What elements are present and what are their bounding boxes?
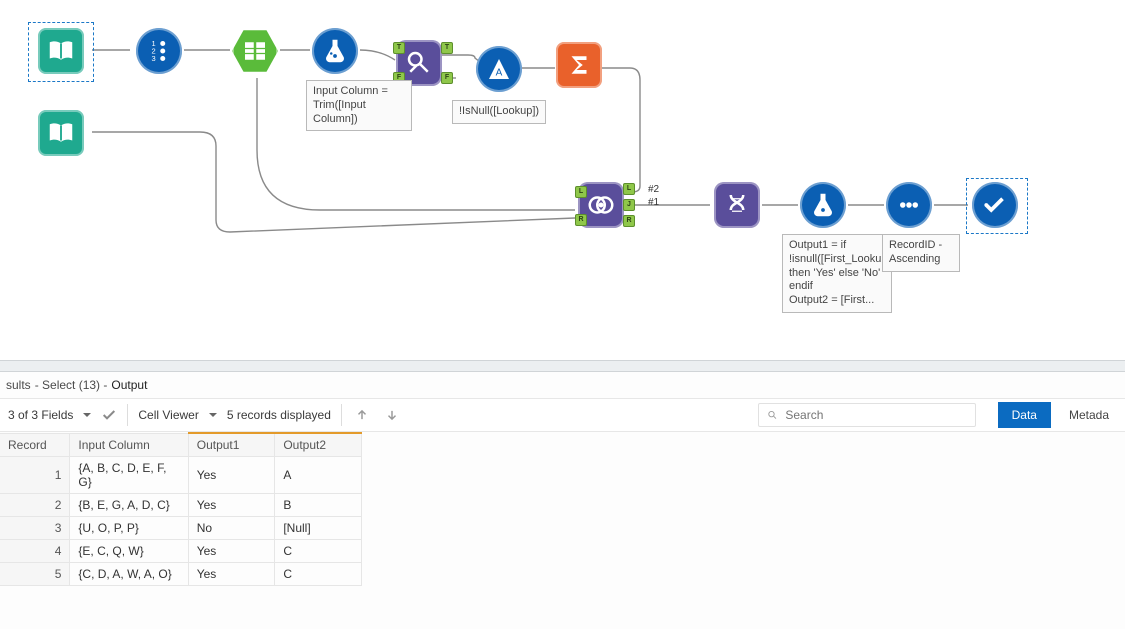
cell-input[interactable]: {E, C, Q, W} (70, 540, 188, 563)
cell-record[interactable]: 3 (0, 517, 70, 540)
table-row[interactable]: 3{U, O, P, P}No[Null] (0, 517, 362, 540)
annotation-formula-2: Output1 = if !isnull([First_Lookup]) the… (782, 234, 892, 313)
cell-input[interactable]: {C, D, A, W, A, O} (70, 563, 188, 586)
table-row[interactable]: 2{B, E, G, A, D, C}YesB (0, 494, 362, 517)
table-split-icon (240, 36, 270, 66)
triangle-A-icon: A (484, 54, 514, 84)
col-input[interactable]: Input Column (70, 433, 188, 457)
tool-input-data-1[interactable] (38, 28, 84, 74)
cell-input[interactable]: {A, B, C, D, E, F, G} (70, 457, 188, 494)
cell-output1[interactable]: Yes (188, 563, 275, 586)
port-join-out-J: J (623, 199, 635, 211)
results-table: Record Input Column Output1 Output2 1{A,… (0, 432, 362, 586)
cell-output1[interactable]: Yes (188, 540, 275, 563)
tool-multi-field[interactable] (714, 182, 760, 228)
port-join-L: L (575, 186, 587, 198)
col-output2[interactable]: Output2 (275, 433, 362, 457)
tool-unknown-blue[interactable]: A (476, 46, 522, 92)
svg-text:3: 3 (152, 54, 156, 63)
check-icon (980, 190, 1010, 220)
tool-input-data-2[interactable] (38, 110, 84, 156)
tool-summarize[interactable] (556, 42, 602, 88)
port-join-R: R (575, 214, 587, 226)
port-join-out-L: L (623, 183, 635, 195)
annotation-formula-1: Input Column = Trim([Input Column]) (306, 80, 412, 131)
cell-input[interactable]: {B, E, G, A, D, C} (70, 494, 188, 517)
results-title-prefix: sults (6, 378, 31, 392)
table-header-row: Record Input Column Output1 Output2 (0, 433, 362, 457)
cell-record[interactable]: 5 (0, 563, 70, 586)
annotation-filter: !IsNull([Lookup]) (452, 100, 546, 124)
toolbar-separator (341, 404, 342, 426)
svg-text:A: A (496, 67, 503, 78)
cell-output1[interactable]: Yes (188, 494, 275, 517)
results-title-bar: sults - Select (13) - Output (0, 372, 1125, 398)
search-box[interactable] (758, 403, 976, 427)
annotation-sort: RecordID - Ascending (882, 234, 960, 272)
cell-record[interactable]: 2 (0, 494, 70, 517)
table-row[interactable]: 4{E, C, Q, W}YesC (0, 540, 362, 563)
table-row[interactable]: 5{C, D, A, W, A, O}YesC (0, 563, 362, 586)
filter-split-icon (404, 48, 434, 78)
sigma-icon (564, 50, 594, 80)
port-T-out: T (441, 42, 453, 54)
port-join-out-R: R (623, 215, 635, 227)
tool-select-output[interactable] (972, 182, 1018, 228)
tool-sort[interactable] (886, 182, 932, 228)
prev-record-button[interactable] (352, 405, 372, 425)
flask-icon (320, 36, 350, 66)
tool-record-id[interactable]: 1 2 3 (136, 28, 182, 74)
cell-record[interactable]: 4 (0, 540, 70, 563)
records-displayed-text: 5 records displayed (227, 408, 331, 422)
tool-text-to-columns[interactable] (232, 28, 278, 74)
check-icon[interactable] (101, 407, 117, 423)
fields-dropdown-label: 3 of 3 Fields (8, 408, 73, 422)
book-open-icon (46, 118, 76, 148)
cell-output1[interactable]: No (188, 517, 275, 540)
results-toolbar: 3 of 3 Fields Cell Viewer 5 records disp… (0, 398, 1125, 432)
records-displayed-label: 5 records displayed (227, 408, 331, 422)
results-title-mid: - Select (13) - (35, 378, 108, 392)
panel-separator[interactable] (0, 360, 1125, 372)
port-T-in: T (393, 42, 405, 54)
search-icon (767, 409, 778, 421)
col-record[interactable]: Record (0, 433, 70, 457)
tool-formula-1[interactable] (312, 28, 358, 74)
table-row[interactable]: 1{A, B, C, D, E, F, G}YesA (0, 457, 362, 494)
results-panel: sults - Select (13) - Output 3 of 3 Fiel… (0, 360, 1125, 629)
wire-label-2: #2 (648, 184, 659, 195)
cell-output2[interactable]: B (275, 494, 362, 517)
port-F-out: F (441, 72, 453, 84)
cell-input[interactable]: {U, O, P, P} (70, 517, 188, 540)
cell-output1[interactable]: Yes (188, 457, 275, 494)
fields-dropdown[interactable]: 3 of 3 Fields (8, 408, 91, 422)
tab-metadata[interactable]: Metada (1061, 402, 1117, 428)
cell-output2[interactable]: [Null] (275, 517, 362, 540)
toolbar-separator (127, 404, 128, 426)
dna-icon (722, 190, 752, 220)
cell-output2[interactable]: A (275, 457, 362, 494)
tool-formula-2[interactable] (800, 182, 846, 228)
cell-record[interactable]: 1 (0, 457, 70, 494)
cell-output2[interactable]: C (275, 540, 362, 563)
cell-viewer-label: Cell Viewer (138, 408, 198, 422)
book-open-icon (46, 36, 76, 66)
cell-viewer-dropdown[interactable]: Cell Viewer (138, 408, 216, 422)
search-input[interactable] (783, 407, 966, 423)
cell-output2[interactable]: C (275, 563, 362, 586)
results-title-suffix: Output (111, 378, 147, 392)
next-record-button[interactable] (382, 405, 402, 425)
join-icon (586, 190, 616, 220)
flask-icon (808, 190, 838, 220)
workflow-canvas[interactable]: 1 2 3 T F T F A (0, 0, 1125, 360)
wire-label-1: #1 (648, 197, 659, 208)
numbered-list-icon: 1 2 3 (144, 36, 174, 66)
tab-data[interactable]: Data (998, 402, 1051, 428)
col-output1[interactable]: Output1 (188, 433, 275, 457)
dots-horizontal-icon (894, 190, 924, 220)
